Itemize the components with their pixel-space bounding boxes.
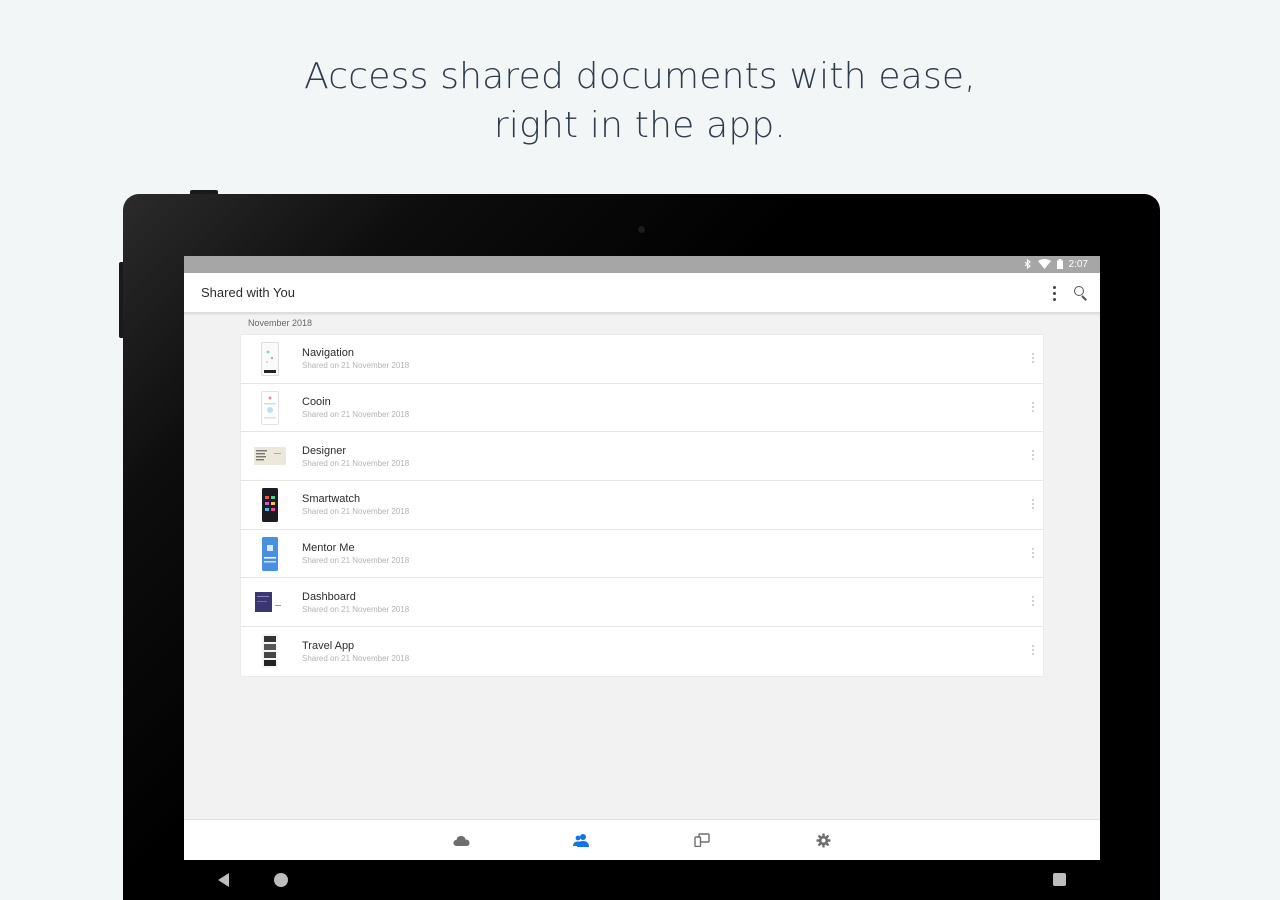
back-icon[interactable] <box>218 873 229 887</box>
document-thumbnail <box>247 633 293 669</box>
headline-line-2: right in the app. <box>493 105 787 146</box>
headline-line-1: Access shared documents with ease, <box>304 56 976 97</box>
document-name: Travel App <box>302 639 355 652</box>
document-shared-date: Shared on 21 November 2018 <box>302 507 410 517</box>
document-thumbnail <box>247 438 293 474</box>
item-more-icon[interactable] <box>1032 547 1034 558</box>
document-shared-date: Shared on 21 November 2018 <box>302 556 410 566</box>
list-item[interactable]: Designer Shared on 21 November 2018 <box>241 432 1043 482</box>
document-name: Cooin <box>302 396 331 409</box>
item-more-icon[interactable] <box>1032 499 1034 510</box>
document-thumbnail <box>247 487 293 523</box>
home-icon[interactable] <box>274 873 288 887</box>
document-thumbnail <box>247 536 293 572</box>
cloud-icon[interactable] <box>452 832 470 848</box>
item-more-icon[interactable] <box>1032 450 1034 461</box>
bluetooth-icon <box>1024 258 1032 271</box>
list-item[interactable]: Navigation Shared on 21 November 2018 <box>241 335 1043 384</box>
list-item[interactable]: Cooin Shared on 21 November 2018 <box>241 384 1043 433</box>
search-icon[interactable] <box>1074 286 1088 301</box>
document-thumbnail <box>247 390 293 426</box>
list-item[interactable]: Smartwatch Shared on 21 November 2018 <box>241 481 1043 530</box>
item-more-icon[interactable] <box>1032 401 1034 412</box>
settings-gear-icon[interactable] <box>814 832 832 848</box>
document-shared-date: Shared on 21 November 2018 <box>302 604 410 614</box>
document-name: Dashboard <box>302 590 356 603</box>
page-title: Shared with You <box>201 285 295 300</box>
document-name: Designer <box>302 444 347 457</box>
document-name: Navigation <box>302 347 354 360</box>
list-item[interactable]: Dashboard Shared on 21 November 2018 <box>241 578 1043 628</box>
section-date-label: November 2018 <box>248 318 313 328</box>
bottom-navigation <box>184 819 1100 860</box>
item-more-icon[interactable] <box>1032 353 1034 363</box>
recents-icon[interactable] <box>1053 873 1066 886</box>
document-shared-date: Shared on 21 November 2018 <box>302 458 410 468</box>
camera-icon <box>638 226 645 233</box>
item-more-icon[interactable] <box>1032 596 1034 607</box>
document-shared-date: Shared on 21 November 2018 <box>302 410 410 420</box>
shared-people-icon[interactable] <box>572 832 590 848</box>
more-options-icon[interactable] <box>1052 285 1056 301</box>
document-name: Smartwatch <box>302 493 361 506</box>
status-time: 2:07 <box>1068 259 1088 270</box>
shared-documents-list: Navigation Shared on 21 November 2018 Co… <box>241 335 1043 676</box>
list-item[interactable]: Mentor Me Shared on 21 November 2018 <box>241 530 1043 579</box>
marketing-headline: Access shared documents with ease, right… <box>0 52 1280 150</box>
document-shared-date: Shared on 21 November 2018 <box>302 361 410 371</box>
document-thumbnail <box>247 341 293 377</box>
document-name: Mentor Me <box>302 542 355 555</box>
item-more-icon[interactable] <box>1032 645 1034 656</box>
wifi-icon <box>1037 258 1051 271</box>
battery-icon <box>1056 258 1063 271</box>
document-shared-date: Shared on 21 November 2018 <box>302 653 410 663</box>
document-thumbnail <box>247 584 293 620</box>
app-bar: Shared with You <box>184 273 1100 313</box>
status-bar: 2:07 <box>184 256 1100 273</box>
devices-icon[interactable] <box>693 832 711 848</box>
app-screen: 2:07 Shared with You November 2018 Navig… <box>184 256 1100 860</box>
list-item[interactable]: Travel App Shared on 21 November 2018 <box>241 627 1043 676</box>
system-navigation-bar <box>184 860 1100 900</box>
